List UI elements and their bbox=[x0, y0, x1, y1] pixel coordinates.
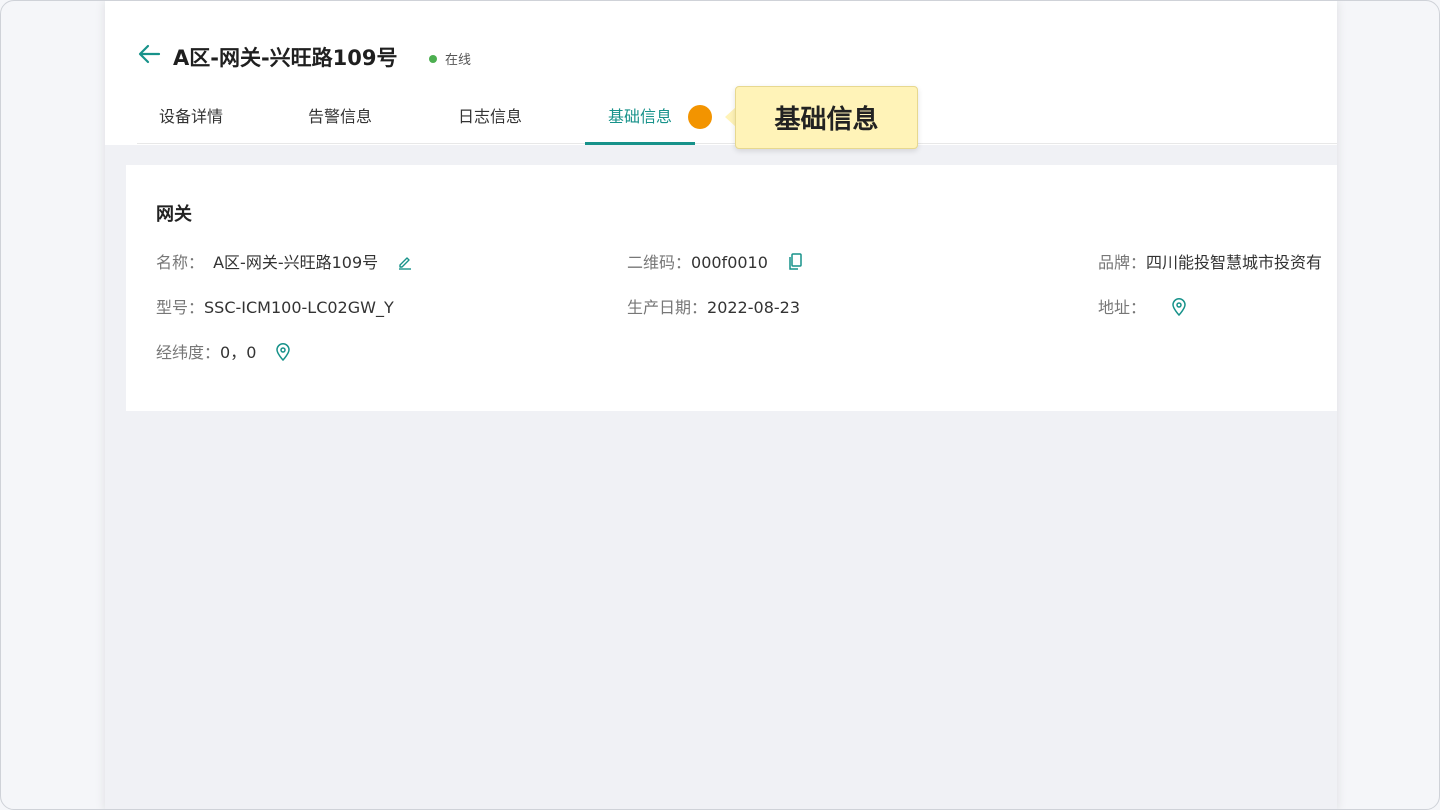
tab-log-info[interactable]: 日志信息 bbox=[456, 105, 524, 145]
tab-device-detail[interactable]: 设备详情 bbox=[157, 105, 225, 145]
field-production-date-label: 生产日期： bbox=[627, 298, 708, 317]
field-model-value: SSC-ICM100-LC02GW_Y bbox=[204, 298, 394, 317]
field-brand: 品牌：四川能投智慧城市投资有 bbox=[1098, 249, 1322, 273]
field-coords: 经纬度：0，0 bbox=[156, 339, 291, 365]
field-qrcode: 二维码：000f0010 bbox=[627, 249, 803, 275]
field-address: 地址： bbox=[1098, 294, 1187, 320]
map-pin-icon[interactable] bbox=[1171, 297, 1187, 320]
card-title: 网关 bbox=[156, 204, 192, 225]
highlight-marker bbox=[688, 105, 712, 129]
drawer-header: A区-网关-兴旺路109号 在线 设备详情 告警信息 日志信息 基础信息 基础信… bbox=[105, 1, 1337, 149]
field-production-date-value: 2022-08-23 bbox=[707, 298, 800, 317]
field-model-label: 型号： bbox=[156, 298, 205, 317]
back-arrow-icon[interactable] bbox=[137, 43, 161, 65]
field-brand-label: 品牌： bbox=[1098, 253, 1147, 272]
status-dot-icon bbox=[429, 55, 437, 63]
field-name-value: A区-网关-兴旺路109号 bbox=[213, 253, 379, 272]
field-model: 型号：SSC-ICM100-LC02GW_Y bbox=[156, 294, 394, 318]
field-qrcode-value: 000f0010 bbox=[691, 253, 768, 272]
status-badge: 在线 bbox=[445, 53, 472, 68]
copy-icon[interactable] bbox=[787, 252, 803, 275]
basic-info-card: 网关 名称： A区-网关-兴旺路109号 二维码：000f0010 品牌：四川能… bbox=[126, 165, 1337, 411]
field-production-date: 生产日期：2022-08-23 bbox=[627, 294, 800, 318]
field-qrcode-label: 二维码： bbox=[627, 253, 692, 272]
field-address-label: 地址： bbox=[1098, 298, 1147, 317]
page-title: A区-网关-兴旺路109号 bbox=[173, 46, 398, 70]
field-coords-label: 经纬度： bbox=[156, 343, 221, 362]
screen-frame: A区-网关-兴旺路109号 在线 设备详情 告警信息 日志信息 基础信息 基础信… bbox=[0, 0, 1440, 810]
field-name: 名称： A区-网关-兴旺路109号 bbox=[156, 249, 413, 274]
edit-icon[interactable] bbox=[397, 254, 413, 274]
field-name-label: 名称： bbox=[156, 253, 205, 272]
device-detail-drawer: A区-网关-兴旺路109号 在线 设备详情 告警信息 日志信息 基础信息 基础信… bbox=[105, 1, 1337, 809]
map-pin-icon[interactable] bbox=[275, 342, 291, 365]
field-brand-value: 四川能投智慧城市投资有 bbox=[1146, 253, 1323, 272]
tab-alarm-info[interactable]: 告警信息 bbox=[306, 105, 374, 145]
tab-basic-info[interactable]: 基础信息 bbox=[605, 105, 675, 145]
active-tab-indicator bbox=[585, 142, 695, 145]
annotation-tooltip: 基础信息 bbox=[735, 86, 918, 149]
field-coords-value: 0，0 bbox=[220, 343, 257, 362]
